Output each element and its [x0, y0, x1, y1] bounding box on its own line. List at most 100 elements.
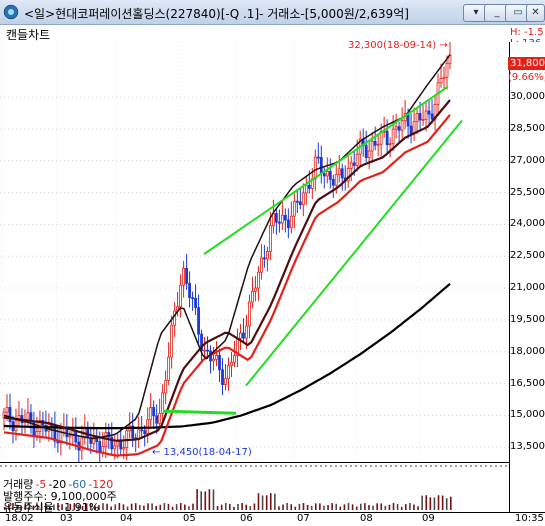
candle-body	[257, 271, 260, 289]
candle-body	[400, 120, 404, 131]
candle-body	[394, 126, 398, 130]
y-tick-label: 24,000	[510, 218, 545, 230]
candle-body	[158, 413, 162, 424]
volume-bar	[335, 503, 338, 510]
candle-body	[122, 447, 126, 450]
close-button[interactable]: ✕	[526, 4, 545, 22]
volume-bar	[265, 495, 268, 510]
volume-bar	[282, 504, 284, 510]
candle-body	[331, 178, 335, 186]
candle-body	[430, 113, 434, 120]
candle-body	[385, 130, 389, 146]
volume-bar	[286, 503, 288, 510]
volume-bar	[396, 503, 399, 510]
volume-bar	[122, 504, 125, 510]
volume-bar	[159, 504, 162, 510]
volume-bar	[298, 503, 301, 510]
candle-body	[155, 415, 159, 424]
volume-bar	[278, 506, 280, 510]
volume-bar	[425, 495, 428, 510]
candle-body	[439, 78, 443, 84]
volume-bar	[139, 505, 141, 510]
candle-body	[188, 283, 191, 299]
candle-body	[349, 162, 353, 169]
volume-bar	[450, 496, 452, 510]
time-label: 10:35	[515, 513, 544, 524]
candle-body	[277, 221, 281, 224]
candle-body	[280, 214, 284, 224]
volume-bar	[310, 505, 313, 510]
volume-bar	[224, 503, 227, 510]
volume-bar	[274, 493, 276, 510]
ma-short-line	[3, 54, 451, 440]
volume-bar	[216, 506, 219, 510]
candle-body	[307, 184, 311, 189]
candle-body	[367, 150, 371, 159]
candle-body	[352, 162, 356, 166]
volume-bar	[347, 503, 350, 510]
volume-bar	[179, 503, 182, 510]
candle-body	[319, 157, 323, 174]
volume-bar	[130, 503, 133, 510]
candle-body	[68, 434, 72, 438]
volume-bar	[126, 506, 129, 510]
candle-body	[218, 355, 221, 371]
candle-body	[173, 310, 177, 326]
candle-body	[266, 251, 269, 260]
ma-dark-line	[3, 99, 451, 442]
volume-bar	[163, 503, 166, 510]
y-tick-label: 16,500	[510, 377, 545, 389]
candle-body	[334, 174, 338, 186]
candle-body	[418, 113, 422, 121]
candle-body	[263, 257, 266, 260]
candle-body	[194, 297, 197, 308]
volume-bar	[368, 505, 370, 510]
volume-bar	[437, 495, 440, 510]
candle-body	[421, 118, 425, 121]
candle-body	[313, 156, 317, 180]
candle-body	[74, 430, 78, 443]
candle-body	[197, 307, 200, 335]
price-chart	[0, 42, 509, 462]
candle-body	[119, 441, 123, 450]
candle-body	[340, 168, 344, 179]
volume-bar	[249, 506, 252, 510]
volume-bar	[233, 506, 235, 510]
y-tick-label: 27,000	[510, 154, 545, 166]
volume-bar	[359, 503, 362, 510]
candle-body	[274, 213, 278, 223]
candle-body	[254, 287, 257, 292]
volume-bar	[441, 495, 444, 510]
candle-body	[116, 441, 120, 447]
chart-header	[0, 25, 545, 42]
candle-body	[245, 325, 248, 339]
trendline-upper	[203, 85, 449, 255]
volume-bar	[404, 504, 407, 510]
candle-body	[182, 268, 185, 286]
y-tick-label: 30,000	[510, 91, 545, 103]
candle-body	[442, 76, 446, 79]
candle-body	[304, 184, 308, 194]
candle-body	[251, 290, 254, 303]
volume-bar	[151, 503, 153, 510]
volume-bar	[319, 503, 321, 510]
ma-black-line	[3, 282, 451, 430]
candle-body	[286, 219, 290, 229]
candle-body	[242, 332, 245, 339]
date-axis	[0, 512, 545, 526]
candle-body	[206, 349, 209, 352]
volume-bar	[171, 506, 174, 510]
volume-bar	[269, 493, 272, 510]
candle-body	[152, 406, 156, 417]
volume-bar	[110, 506, 112, 510]
candle-body	[325, 170, 329, 177]
candle-body	[227, 365, 230, 380]
chart-title: 캔들차트	[6, 28, 51, 42]
current-price-box: 31,800	[508, 57, 545, 70]
volume-bar	[351, 504, 354, 510]
candle-body	[221, 369, 224, 385]
volume-bar	[355, 506, 358, 510]
x-tick-label: 05	[183, 513, 196, 524]
candle-body	[424, 110, 428, 120]
candle-body	[143, 430, 147, 435]
